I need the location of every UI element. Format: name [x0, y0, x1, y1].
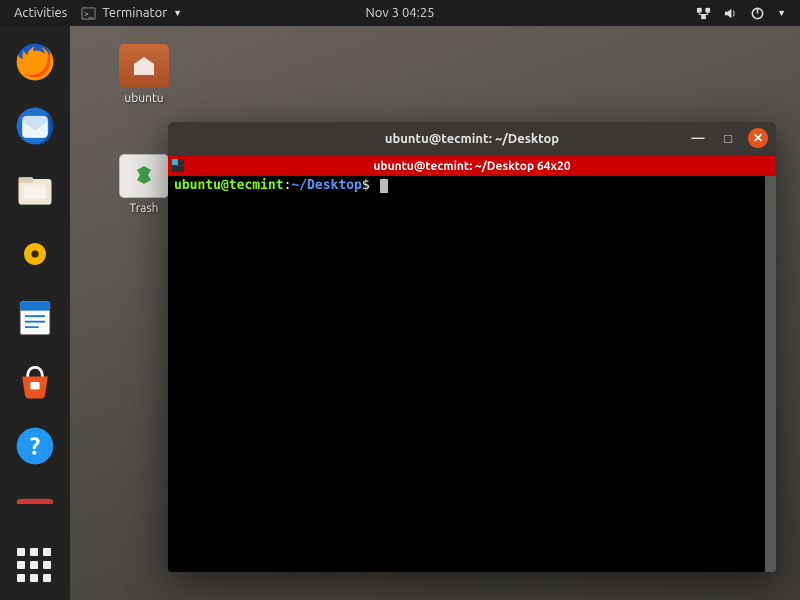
show-applications-button[interactable] — [17, 548, 53, 584]
dock-app-libreoffice-writer[interactable] — [11, 294, 59, 342]
close-button[interactable]: ✕ — [748, 128, 768, 148]
volume-icon[interactable] — [723, 6, 738, 21]
system-menu-chevron-icon[interactable]: ▼ — [777, 8, 786, 18]
clock[interactable]: Nov 3 04:25 — [365, 6, 434, 20]
prompt-user: ubuntu@tecmint — [174, 178, 284, 193]
dock-app-software[interactable] — [11, 358, 59, 406]
dock-app-partial[interactable] — [11, 486, 59, 504]
window-title: ubuntu@tecmint: ~/Desktop — [385, 132, 559, 146]
minimize-button[interactable]: — — [688, 128, 708, 148]
svg-text:?: ? — [30, 432, 40, 459]
svg-text:>_: >_ — [84, 8, 94, 18]
dock-app-rhythmbox[interactable] — [11, 230, 59, 278]
terminator-tab-header[interactable]: ubuntu@tecmint: ~/Desktop 64x20 — [168, 156, 776, 176]
desktop[interactable]: ubuntu Trash ubuntu@tecmint: ~/Desktop —… — [70, 26, 800, 600]
top-bar: Activities >_ Terminator ▼ Nov 3 04:25 ▼ — [0, 0, 800, 26]
maximize-button[interactable]: □ — [718, 128, 738, 148]
network-icon[interactable] — [696, 6, 711, 21]
desktop-icon-home[interactable]: ubuntu — [108, 44, 180, 105]
prompt-symbol: $ — [362, 178, 370, 193]
dock-app-files[interactable] — [11, 166, 59, 214]
terminator-tab-title: ubuntu@tecmint: ~/Desktop 64x20 — [373, 160, 570, 173]
terminal-area[interactable]: ubuntu@tecmint:~/Desktop$ — [168, 176, 776, 572]
dock-app-firefox[interactable] — [11, 38, 59, 86]
terminator-split-icon — [172, 159, 185, 172]
terminal-icon: >_ — [81, 6, 96, 21]
trash-icon — [119, 154, 169, 198]
prompt-line: ubuntu@tecmint:~/Desktop$ — [174, 178, 770, 193]
dock-app-thunderbird[interactable] — [11, 102, 59, 150]
window-titlebar[interactable]: ubuntu@tecmint: ~/Desktop — □ ✕ — [168, 122, 776, 156]
activities-button[interactable]: Activities — [14, 6, 67, 20]
folder-icon — [119, 44, 169, 88]
prompt-path: ~/Desktop — [291, 178, 361, 193]
terminator-window[interactable]: ubuntu@tecmint: ~/Desktop — □ ✕ ubuntu@t… — [168, 122, 776, 572]
terminal-scrollbar[interactable] — [765, 176, 776, 572]
power-icon[interactable] — [750, 6, 765, 21]
dock: ? — [0, 26, 70, 600]
app-menu-label: Terminator — [102, 6, 167, 20]
app-menu[interactable]: >_ Terminator ▼ — [81, 6, 182, 21]
chevron-down-icon: ▼ — [173, 8, 182, 18]
desktop-icon-label: ubuntu — [108, 92, 180, 105]
dock-app-help[interactable]: ? — [11, 422, 59, 470]
cursor — [380, 179, 388, 193]
